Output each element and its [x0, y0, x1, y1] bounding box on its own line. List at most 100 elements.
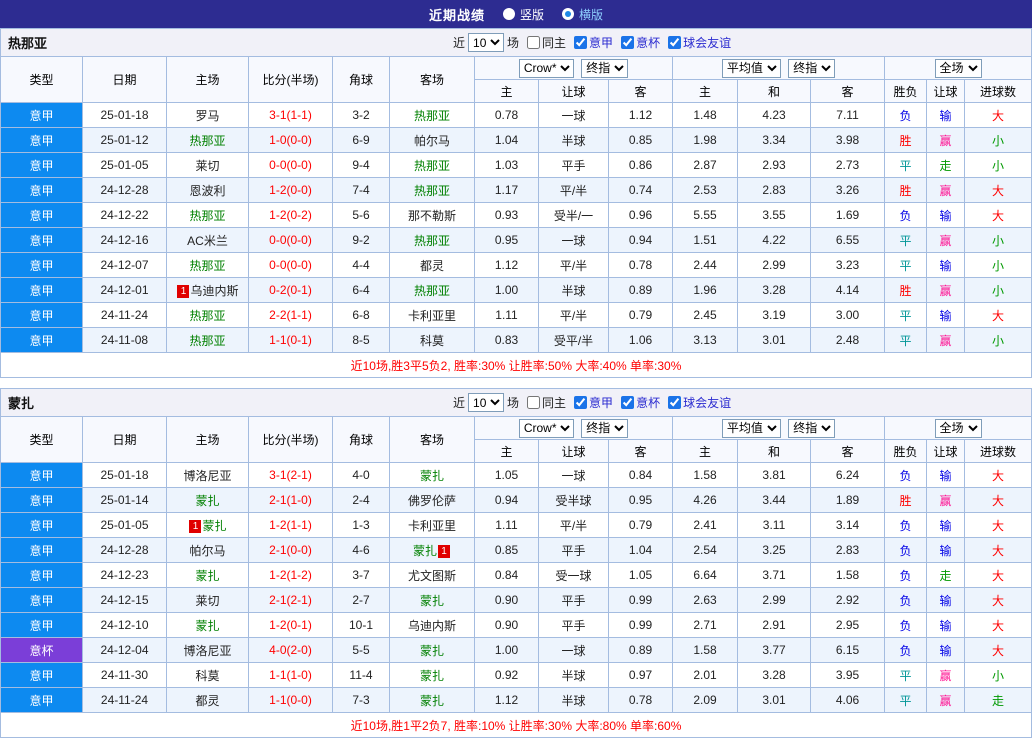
odds-away: 1.12 [607, 102, 674, 128]
avg-away: 3.98 [810, 127, 886, 153]
friendly-checkbox[interactable] [668, 396, 682, 409]
team-name[interactable]: 莱切 [195, 159, 219, 173]
result-goals: 小 [964, 662, 1032, 688]
checkbox-serie-a[interactable]: 意甲 [574, 34, 613, 51]
team-name[interactable]: 乌迪内斯 [190, 284, 238, 298]
team-name[interactable]: 热那亚 [414, 284, 450, 298]
team-name[interactable]: 卡利亚里 [408, 519, 456, 533]
checkbox-same-home[interactable]: 同主 [527, 394, 566, 411]
odds-away: 0.94 [607, 227, 674, 253]
team-name[interactable]: 热那亚 [414, 184, 450, 198]
team-name[interactable]: 热那亚 [189, 334, 225, 348]
final-odds-select-1[interactable]: 终指 [581, 418, 629, 438]
team-name[interactable]: 蒙扎 [195, 619, 219, 633]
avg-away: 2.48 [810, 327, 886, 353]
layout-radio-horizontal[interactable]: 横版 [562, 6, 603, 23]
coppa-checkbox[interactable] [621, 396, 635, 409]
average-select[interactable]: 平均值 [721, 418, 781, 438]
team-name[interactable]: 都灵 [420, 259, 444, 273]
team-name[interactable]: 热那亚 [414, 109, 450, 123]
bookmaker-select[interactable]: Crow* [518, 418, 574, 438]
team-name[interactable]: 热那亚 [189, 259, 225, 273]
result-goals: 大 [964, 302, 1032, 328]
friendly-checkbox[interactable] [668, 36, 682, 49]
team-name[interactable]: 都灵 [195, 694, 219, 708]
team-name[interactable]: 蒙扎 [195, 494, 219, 508]
radio-label: 横版 [579, 7, 604, 22]
subcol-goals: 进球数 [964, 439, 1032, 463]
team-name[interactable]: 蒙扎 [413, 544, 437, 558]
fulltime-select[interactable]: 全场 [934, 58, 982, 78]
match-count-select[interactable]: 10 [468, 33, 505, 52]
team-name[interactable]: 佛罗伦萨 [408, 494, 456, 508]
team-name[interactable]: 蒙扎 [420, 669, 444, 683]
team-name[interactable]: 热那亚 [189, 134, 225, 148]
checkbox-friendly[interactable]: 球会友谊 [668, 394, 731, 411]
final-odds-select-2[interactable]: 终指 [788, 418, 836, 438]
avg-away: 1.69 [810, 202, 886, 228]
serie-a-checkbox[interactable] [574, 36, 588, 49]
result-outcome: 胜 [884, 487, 928, 513]
checkbox-serie-a[interactable]: 意甲 [574, 394, 613, 411]
checkbox-coppa[interactable]: 意杯 [621, 34, 660, 51]
avg-away: 3.00 [810, 302, 886, 328]
checkbox-same-home[interactable]: 同主 [527, 34, 566, 51]
team-name[interactable]: 蒙扎 [420, 594, 444, 608]
team-name[interactable]: 帕尔马 [189, 544, 225, 558]
match-score: 0-0(0-0) [248, 252, 333, 278]
team-name[interactable]: 卡利亚里 [408, 309, 456, 323]
team-name[interactable]: 科莫 [195, 669, 219, 683]
avg-home: 1.48 [672, 102, 739, 128]
same-home-checkbox[interactable] [527, 396, 541, 409]
avg-draw: 2.99 [737, 587, 812, 613]
team-name[interactable]: 乌迪内斯 [408, 619, 456, 633]
team-name[interactable]: 蒙扎 [195, 569, 219, 583]
fulltime-select[interactable]: 全场 [934, 418, 982, 438]
odds-handicap: 平/半 [538, 177, 609, 203]
checkbox-friendly[interactable]: 球会友谊 [668, 34, 731, 51]
team-name[interactable]: 科莫 [420, 334, 444, 348]
team-name[interactable]: 蒙扎 [420, 694, 444, 708]
team-name[interactable]: 罗马 [195, 109, 219, 123]
match-type-badge: 意甲 [0, 662, 83, 688]
match-rows: 意甲 25-01-18 博洛尼亚 3-1(2-1) 4-0 蒙扎 1.05 一球 0.84 1.5… [0, 462, 1032, 713]
result-goals: 大 [964, 537, 1032, 563]
bookmaker-select[interactable]: Crow* [518, 58, 574, 78]
team-name[interactable]: 热那亚 [189, 209, 225, 223]
team-name[interactable]: 尤文图斯 [408, 569, 456, 583]
team-name[interactable]: 蒙扎 [202, 519, 226, 533]
result-handicap: 输 [926, 462, 966, 488]
match-date: 24-12-04 [82, 637, 167, 663]
odds-handicap: 平/半 [538, 252, 609, 278]
team-name[interactable]: 莱切 [195, 594, 219, 608]
odds-home: 1.17 [474, 177, 539, 203]
avg-home: 2.63 [672, 587, 739, 613]
subcol-winlose: 胜负 [884, 439, 928, 463]
odds-away: 0.97 [607, 662, 674, 688]
col-away: 客场 [389, 416, 475, 463]
coppa-checkbox[interactable] [621, 36, 635, 49]
team-name[interactable]: 热那亚 [414, 159, 450, 173]
team-name[interactable]: AC米兰 [187, 234, 228, 248]
team-name[interactable]: 帕尔马 [414, 134, 450, 148]
match-count-select[interactable]: 10 [468, 393, 505, 412]
final-odds-select-2[interactable]: 终指 [788, 58, 836, 78]
checkbox-coppa[interactable]: 意杯 [621, 394, 660, 411]
final-odds-select-1[interactable]: 终指 [581, 58, 629, 78]
team-name[interactable]: 博洛尼亚 [183, 644, 231, 658]
result-outcome: 胜 [884, 127, 928, 153]
team-name[interactable]: 热那亚 [189, 309, 225, 323]
serie-a-checkbox[interactable] [574, 396, 588, 409]
layout-radio-vertical[interactable]: 竖版 [502, 6, 544, 23]
same-home-checkbox[interactable] [527, 36, 541, 49]
team-name[interactable]: 博洛尼亚 [183, 469, 231, 483]
team-name[interactable]: 热那亚 [414, 234, 450, 248]
match-type-badge: 意甲 [0, 152, 83, 178]
team-name[interactable]: 恩波利 [189, 184, 225, 198]
average-select[interactable]: 平均值 [721, 58, 781, 78]
team-name[interactable]: 蒙扎 [420, 644, 444, 658]
odds-handicap: 受平/半 [538, 327, 609, 353]
team-name[interactable]: 那不勒斯 [408, 209, 456, 223]
team-name[interactable]: 蒙扎 [420, 469, 444, 483]
match-score: 1-2(0-1) [248, 612, 333, 638]
